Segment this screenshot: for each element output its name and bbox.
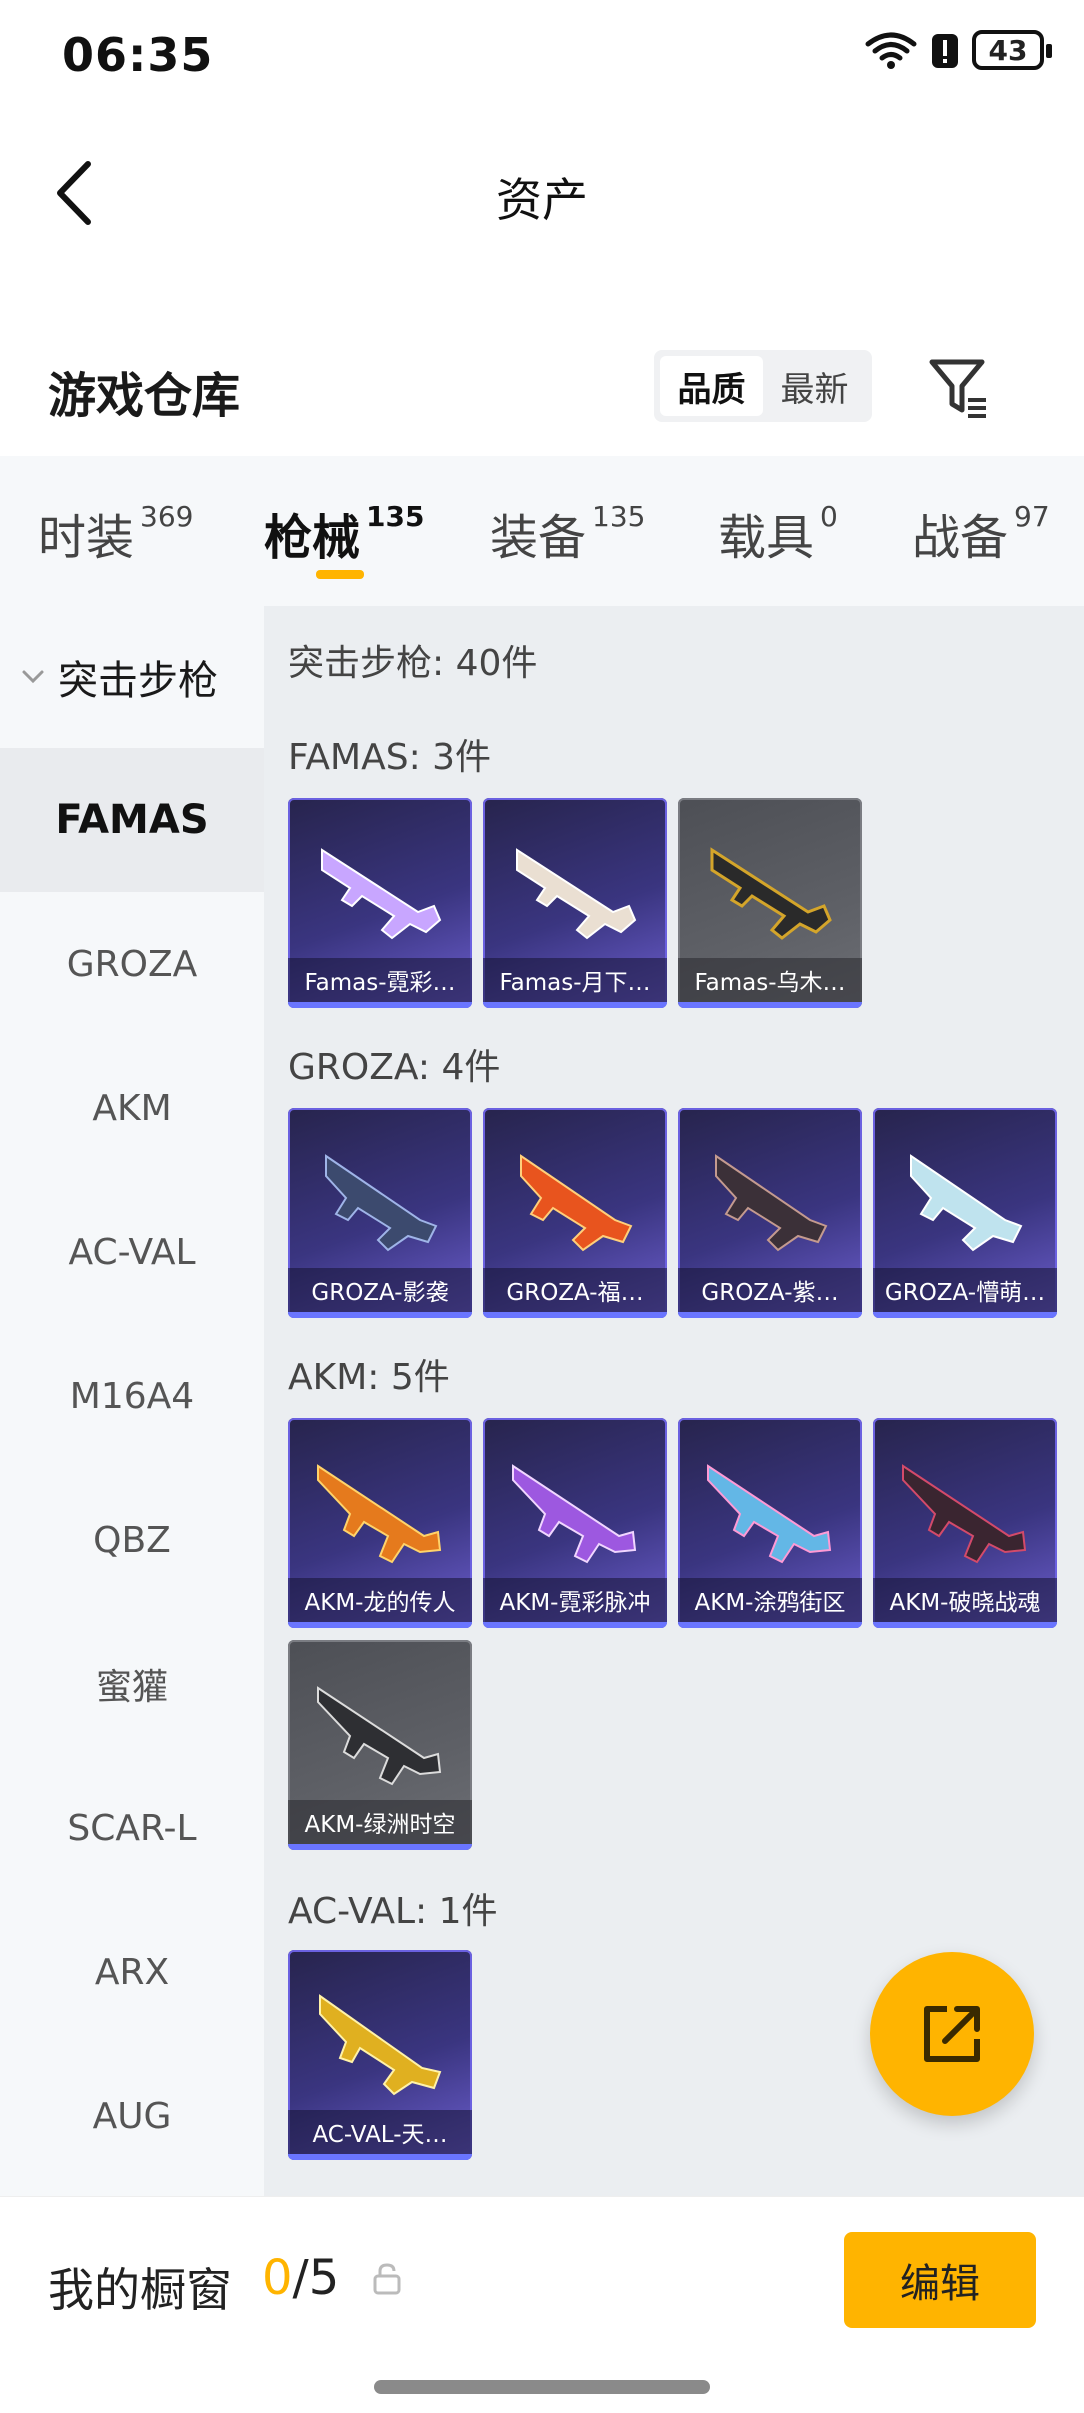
- status-icons: 43: [864, 30, 1052, 70]
- rifle-icon: [325, 1154, 438, 1252]
- rifle-icon: [319, 1994, 442, 2096]
- lock-icon: [373, 2263, 401, 2295]
- sidebar-item-scar-l[interactable]: SCAR-L: [0, 1756, 264, 1900]
- tab-fashion[interactable]: 时装 369: [38, 498, 193, 568]
- page-title: 资产: [496, 173, 588, 227]
- rifle-icon: [902, 1464, 1027, 1564]
- warehouse-title: 游戏仓库: [48, 368, 241, 424]
- share-icon: [924, 2006, 980, 2062]
- share-button[interactable]: [870, 1952, 1034, 2116]
- sidebar-category[interactable]: 突击步枪: [18, 648, 218, 706]
- weapon-card[interactable]: Famas-月下…: [483, 798, 667, 1008]
- weapon-card[interactable]: GROZA-紫…: [678, 1108, 862, 1318]
- rifle-icon: [710, 847, 832, 940]
- rifle-icon: [715, 1154, 828, 1252]
- rifle-icon: [520, 1154, 633, 1252]
- sidebar-item-groza[interactable]: GROZA: [0, 892, 264, 1036]
- rifle-icon: [321, 848, 442, 940]
- sidebar-item-aug[interactable]: AUG: [0, 2044, 264, 2188]
- sidebar-item-arx[interactable]: ARX: [0, 1900, 264, 2044]
- rifle-icon: [910, 1154, 1023, 1252]
- home-indicator[interactable]: [374, 2380, 710, 2394]
- rifle-icon: [317, 1686, 442, 1786]
- tab-vehicles[interactable]: 载具 0: [718, 498, 838, 568]
- weapon-card[interactable]: AKM-龙的传人: [288, 1418, 472, 1628]
- battery-indicator: 43: [972, 30, 1052, 70]
- tab-equipment[interactable]: 装备 135: [490, 498, 645, 568]
- tab-supplies[interactable]: 战备 97: [912, 498, 1050, 568]
- status-time: 06:35: [62, 28, 214, 82]
- rifle-icon: [707, 1464, 832, 1564]
- weapon-card[interactable]: AKM-涂鸦街区: [678, 1418, 862, 1628]
- tab-firearms[interactable]: 枪械 135: [264, 498, 424, 568]
- alert-icon: [932, 34, 958, 68]
- active-tab-indicator: [316, 570, 364, 579]
- wifi-icon: [865, 32, 917, 69]
- rifle-icon: [317, 1464, 442, 1564]
- sidebar-item-m16a4[interactable]: M16A4: [0, 1324, 264, 1468]
- chevron-down-icon: [22, 670, 44, 684]
- edit-button[interactable]: 编辑: [844, 2232, 1036, 2328]
- sidebar-item-ac-val[interactable]: AC-VAL: [0, 1180, 264, 1324]
- weapon-card[interactable]: GROZA-影袭: [288, 1108, 472, 1318]
- sidebar-item-qbz[interactable]: QBZ: [0, 1468, 264, 1612]
- sort-latest-button[interactable]: 最新: [763, 356, 866, 416]
- weapon-card[interactable]: Famas-霓彩…: [288, 798, 472, 1008]
- group-label: FAMAS: 3件: [288, 737, 492, 778]
- rifle-icon: [512, 1464, 637, 1564]
- weapon-card[interactable]: AKM-绿洲时空: [288, 1640, 472, 1850]
- sidebar-item-honey-badger[interactable]: 蜜獾: [0, 1612, 264, 1756]
- sidebar-item-akm[interactable]: AKM: [0, 1036, 264, 1180]
- weapon-card[interactable]: AKM-霓彩脉冲: [483, 1418, 667, 1628]
- sort-quality-button[interactable]: 品质: [660, 356, 763, 416]
- showcase-label: 我的橱窗: [48, 2263, 232, 2317]
- weapon-card[interactable]: GROZA-懵萌…: [873, 1108, 1057, 1318]
- filter-icon: [929, 359, 986, 418]
- sidebar-item-famas[interactable]: FAMAS: [0, 748, 264, 892]
- group-label: AKM: 5件: [288, 1357, 450, 1398]
- weapon-card[interactable]: AC-VAL-天…: [288, 1950, 472, 2160]
- sidebar-category-label: 突击步枪: [58, 658, 218, 704]
- weapon-card[interactable]: GROZA-福…: [483, 1108, 667, 1318]
- group-label: GROZA: 4件: [288, 1047, 501, 1088]
- summary-label: 突击步枪: 40件: [288, 643, 538, 684]
- sort-toggle: 品质 最新: [654, 350, 872, 422]
- weapon-card[interactable]: Famas-乌木…: [678, 798, 862, 1008]
- rifle-icon: [516, 848, 637, 940]
- weapon-card[interactable]: AKM-破晓战魂: [873, 1418, 1057, 1628]
- group-label: AC-VAL: 1件: [288, 1891, 498, 1932]
- showcase-count: 0/5: [262, 2250, 340, 2306]
- filter-button[interactable]: [924, 352, 994, 422]
